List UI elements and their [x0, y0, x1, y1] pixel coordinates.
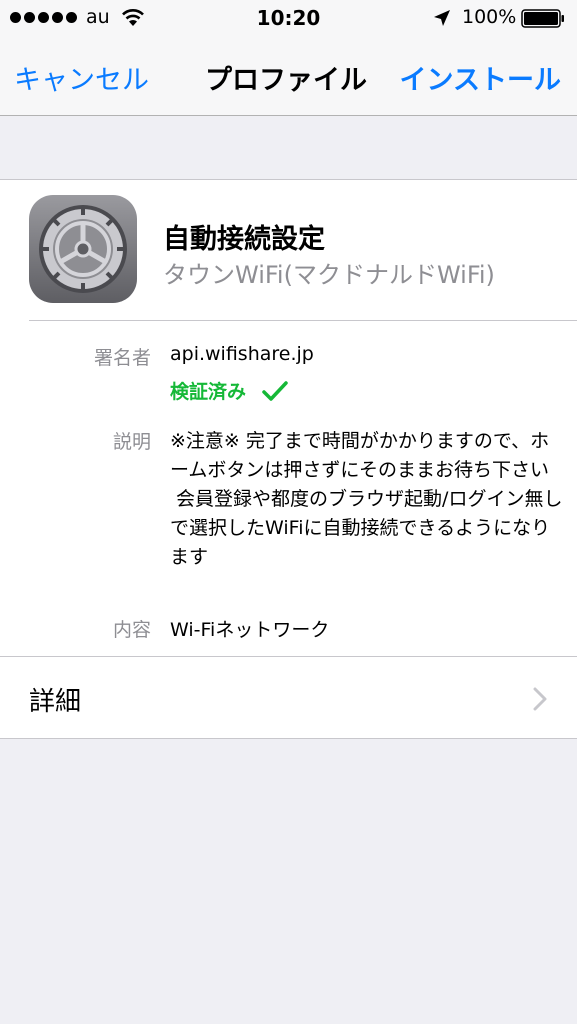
status-bar: au 10:20 100%	[0, 0, 577, 38]
battery-percentage: 100%	[462, 6, 517, 28]
profile-card: 自動接続設定 タウンWiFi(マクドナルドWiFi) 署名者 api.wifis…	[0, 179, 577, 739]
install-button[interactable]: インストール	[400, 58, 561, 97]
verified-status: 検証済み	[170, 377, 288, 404]
description-text: ※注意※ 完了まで時間がかかりますので、ホームボタンは押さずにそのままお待ち下さ…	[170, 430, 563, 568]
verified-label: 検証済み	[170, 381, 247, 403]
battery-icon	[521, 9, 564, 28]
checkmark-icon	[262, 380, 288, 401]
divider	[29, 320, 577, 321]
cancel-button[interactable]: キャンセル	[14, 58, 149, 97]
chevron-right-icon	[533, 687, 547, 711]
description-label: 説明	[112, 431, 151, 453]
contents-value: Wi-Fiネットワーク	[170, 619, 330, 641]
location-arrow-icon	[434, 10, 450, 26]
settings-gear-icon	[29, 195, 137, 303]
signer-value: api.wifishare.jp	[170, 343, 314, 365]
contents-label: 内容	[112, 619, 151, 641]
profile-name: 自動接続設定	[163, 224, 325, 255]
details-row[interactable]: 詳細	[0, 657, 577, 737]
signer-label: 署名者	[93, 347, 151, 369]
profile-organization: タウンWiFi(マクドナルドWiFi)	[163, 261, 495, 289]
details-label: 詳細	[29, 687, 82, 717]
page-title: プロファイル	[205, 65, 367, 96]
navigation-bar: キャンセル プロファイル インストール	[0, 38, 577, 116]
